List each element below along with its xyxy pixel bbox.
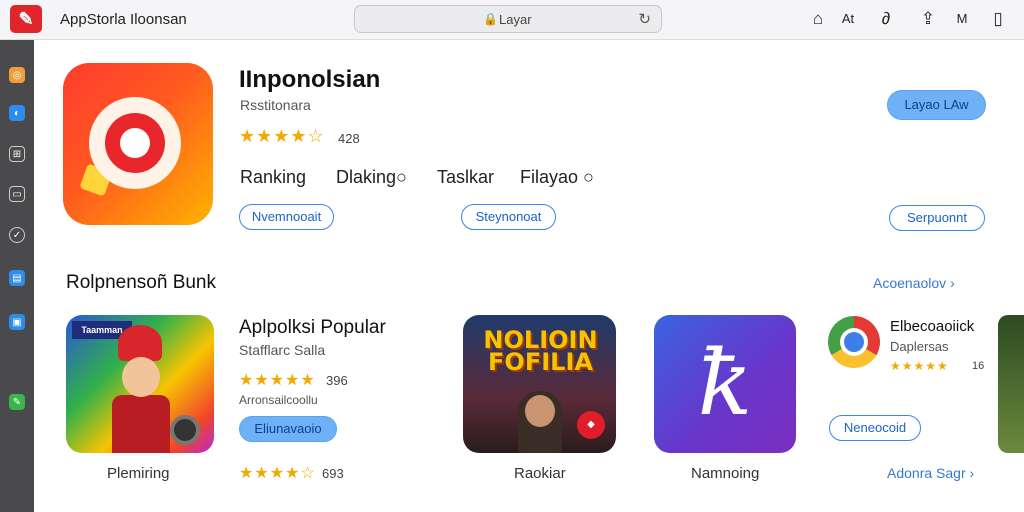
card-subtitle-4: Daplersas <box>890 339 949 354</box>
hero-pill-button-1[interactable]: Nvemnooait <box>239 204 334 230</box>
link-icon[interactable]: ∂ <box>876 8 896 30</box>
pen-icon[interactable]: ✎ <box>9 394 25 410</box>
hero-rating-count: 428 <box>338 131 360 146</box>
poster-title: NOLIOIN FOFILIA <box>483 326 598 376</box>
share-icon[interactable]: ⇪ <box>918 8 938 30</box>
tab-taslkar[interactable]: Taslkar <box>437 167 494 188</box>
see-all-link[interactable]: Acoenaolov › <box>873 275 955 291</box>
app-store-logo-icon[interactable]: ✎ <box>10 5 42 33</box>
window-icon[interactable]: ▭ <box>9 186 25 202</box>
tab-filayao[interactable]: Filayao ○ <box>520 167 594 188</box>
card-app-icon-2[interactable]: NOLIOIN FOFILIA ◆ <box>463 315 616 453</box>
text-icon[interactable]: At <box>838 8 858 30</box>
check-icon[interactable]: ✓ <box>9 227 25 243</box>
lock-icon: 🔒 <box>483 12 498 26</box>
card-install-button-1[interactable]: Eliunavaoio <box>239 416 337 442</box>
title-bar: ✎ AppStorla Iloonsan 🔒 Layar ↻ ⌂ At ∂ ⇪ … <box>0 0 1024 40</box>
card-app-icon-5-partial[interactable] <box>998 315 1024 453</box>
blue-app-icon[interactable]: ◐ <box>9 105 25 121</box>
card-name-4: Elbecoaoiick <box>890 318 975 335</box>
doc-icon[interactable]: ▤ <box>9 270 25 286</box>
card-rating-count-1: 396 <box>326 373 348 388</box>
card-rating-stars-4: ★★★★★ <box>890 359 949 373</box>
address-bar[interactable]: 🔒 Layar ↻ <box>354 5 662 33</box>
get-app-button[interactable]: Layao LAw <box>887 90 986 120</box>
card-install-button-4[interactable]: Neneocoid <box>829 415 921 441</box>
grid-icon[interactable]: ⊞ <box>9 146 25 162</box>
section-title: Rolpnensoñ Bunk <box>66 272 216 293</box>
photo-icon[interactable]: ▣ <box>9 314 25 330</box>
card-name-1: Aplpolksi Popular <box>239 317 386 338</box>
hero-rating-stars: ★★★★☆ <box>239 126 325 146</box>
badge-icon: ◆ <box>577 411 605 439</box>
card-rating-count-1b: 693 <box>322 466 344 481</box>
tab-ranking[interactable]: Ranking <box>240 167 306 188</box>
card-app-icon-1[interactable]: Taamman <box>66 315 214 453</box>
hero-pill-button-3[interactable]: Serpuonnt <box>889 205 985 231</box>
card-app-icon-3[interactable]: ꝁ <box>654 315 796 453</box>
card-label-1: Plemiring <box>107 465 170 482</box>
sidebar-icon[interactable]: ▯ <box>988 8 1008 30</box>
card-rating-stars-1: ★★★★★ <box>239 372 316 389</box>
tab-dlaking[interactable]: Dlaking○ <box>336 167 407 188</box>
app-name: IInponolsian <box>239 66 381 93</box>
card-label-2: Raokiar <box>514 465 566 482</box>
chevron-right-icon: › <box>969 465 975 481</box>
card-caption-1: Arronsailcoollu <box>239 393 318 407</box>
card-label-3: Namnoing <box>691 465 760 482</box>
orange-app-icon[interactable]: ◎ <box>9 67 25 83</box>
hero-app-icon[interactable] <box>63 63 213 225</box>
window-title: AppStorla Iloonsan <box>60 11 187 28</box>
hero-pill-button-2[interactable]: Steynonoat <box>461 204 556 230</box>
home-icon[interactable]: ⌂ <box>808 8 828 30</box>
app-subtitle: Rsstitonara <box>240 97 311 113</box>
reload-icon[interactable]: ↻ <box>638 10 651 28</box>
card-subtitle-1: Stafflarc Salla <box>239 342 326 358</box>
chevron-right-icon: › <box>950 275 955 291</box>
sidebar: ◎ ◐ ⊞ ▭ ✓ ▤ ▣ ✎ <box>0 40 34 512</box>
address-text: Layar <box>499 12 532 27</box>
menu-icon[interactable]: M <box>952 8 972 30</box>
card-rating-count-4: 16 <box>972 360 985 372</box>
chrome-icon[interactable] <box>828 316 880 368</box>
swirl-glyph-icon: ꝁ <box>697 331 753 436</box>
card-rating-stars-1b: ★★★★☆ <box>239 465 316 482</box>
card-more-link-4[interactable]: Adonra Sagr › <box>887 465 974 481</box>
